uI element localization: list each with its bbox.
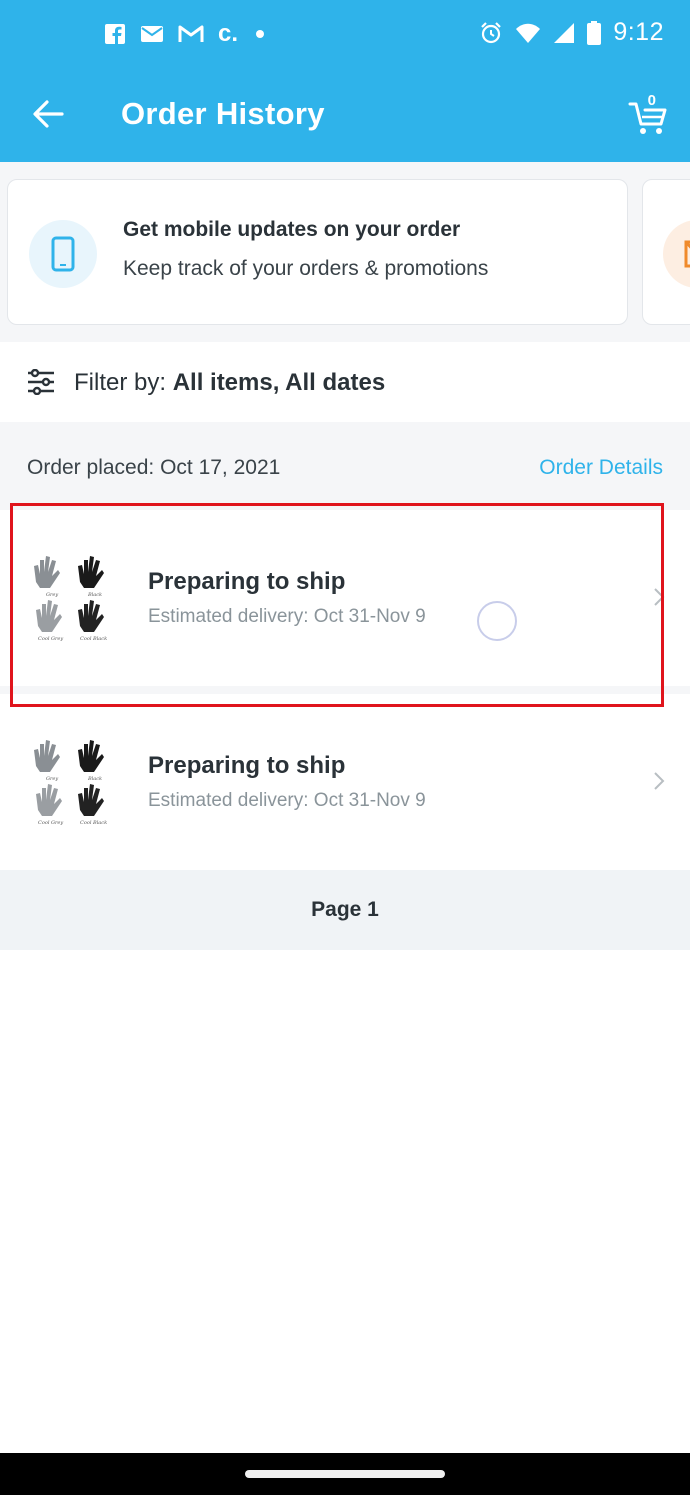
mail-icon bbox=[141, 26, 163, 42]
thumb-label: Cool Black bbox=[80, 636, 107, 642]
loading-spinner bbox=[477, 601, 517, 641]
coupon-icon bbox=[684, 240, 690, 268]
more-notifications-dot bbox=[256, 30, 265, 38]
filter-sliders-icon bbox=[28, 369, 54, 395]
gmail-icon bbox=[178, 25, 204, 42]
order-status: Preparing to ship bbox=[148, 752, 346, 779]
chevron-right-icon bbox=[654, 772, 665, 790]
thumb-label: Grey bbox=[46, 592, 58, 598]
order-item[interactable]: Grey Black Cool Grey Cool Black Preparin… bbox=[0, 510, 690, 686]
promo-icon-circle bbox=[29, 220, 97, 288]
system-icons: 9:12 bbox=[479, 18, 664, 47]
home-gesture-handle[interactable] bbox=[245, 1470, 445, 1478]
item-divider bbox=[0, 686, 690, 694]
battery-icon bbox=[587, 20, 602, 45]
wifi-icon bbox=[516, 23, 541, 43]
alarm-icon bbox=[481, 21, 502, 43]
promo-subtitle: Keep track of your orders & promotions bbox=[123, 257, 489, 280]
promo-carousel[interactable]: Get mobile updates on your order Keep tr… bbox=[0, 162, 690, 342]
cart-count-badge: 0 bbox=[647, 92, 656, 109]
order-header: Order placed: Oct 17, 2021 Order Details bbox=[0, 422, 690, 510]
next-promo-card[interactable] bbox=[642, 179, 690, 325]
filter-label: Filter by: bbox=[74, 369, 173, 396]
thumb-label: Cool Grey bbox=[38, 636, 63, 642]
filter-bar[interactable]: Filter by: All items, All dates bbox=[0, 342, 690, 422]
estimated-delivery: Estimated delivery: Oct 31-Nov 9 bbox=[148, 606, 426, 627]
system-nav-bar bbox=[0, 1453, 690, 1495]
thumb-label: Cool Grey bbox=[38, 820, 63, 826]
page-label: Page 1 bbox=[311, 898, 379, 921]
thumb-label: Black bbox=[87, 776, 102, 782]
thumb-label: Cool Black bbox=[80, 820, 107, 826]
notification-icons: c. bbox=[104, 20, 265, 48]
signal-icon bbox=[554, 22, 575, 43]
product-thumbnail-gloves: Grey Black Cool Grey Cool Black bbox=[34, 740, 107, 826]
mobile-updates-card[interactable]: Get mobile updates on your order Keep tr… bbox=[7, 179, 628, 325]
product-thumbnail-gloves: Grey Black Cool Grey Cool Black bbox=[34, 556, 107, 642]
promo-title: Get mobile updates on your order bbox=[123, 218, 461, 241]
thumb-label: Grey bbox=[46, 776, 58, 782]
clock: 9:12 bbox=[613, 18, 664, 46]
promo-icon-circle-2 bbox=[663, 220, 690, 288]
order-item[interactable]: Grey Black Cool Grey Cool Black Preparin… bbox=[0, 694, 690, 870]
thumb-label: Black bbox=[87, 592, 102, 598]
chevron-right-icon bbox=[654, 588, 665, 606]
order-status: Preparing to ship bbox=[148, 568, 346, 595]
estimated-delivery: Estimated delivery: Oct 31-Nov 9 bbox=[148, 790, 426, 811]
phone-icon bbox=[51, 236, 75, 272]
arrow-left-icon bbox=[33, 100, 64, 128]
carrier-letter: c. bbox=[218, 20, 239, 47]
facebook-icon bbox=[105, 24, 125, 44]
app-bar: Order History 0 bbox=[0, 68, 690, 162]
page-title: Order History bbox=[121, 96, 325, 131]
pagination: Page 1 bbox=[0, 870, 690, 950]
back-button[interactable] bbox=[30, 96, 66, 132]
status-bar: c. 9:12 bbox=[0, 0, 690, 68]
filter-value: All items, All dates bbox=[172, 369, 386, 396]
filter-text: Filter by: All items, All dates bbox=[74, 369, 385, 397]
order-placed-date: Order placed: Oct 17, 2021 bbox=[27, 456, 281, 479]
order-details-link[interactable]: Order Details bbox=[539, 456, 663, 480]
